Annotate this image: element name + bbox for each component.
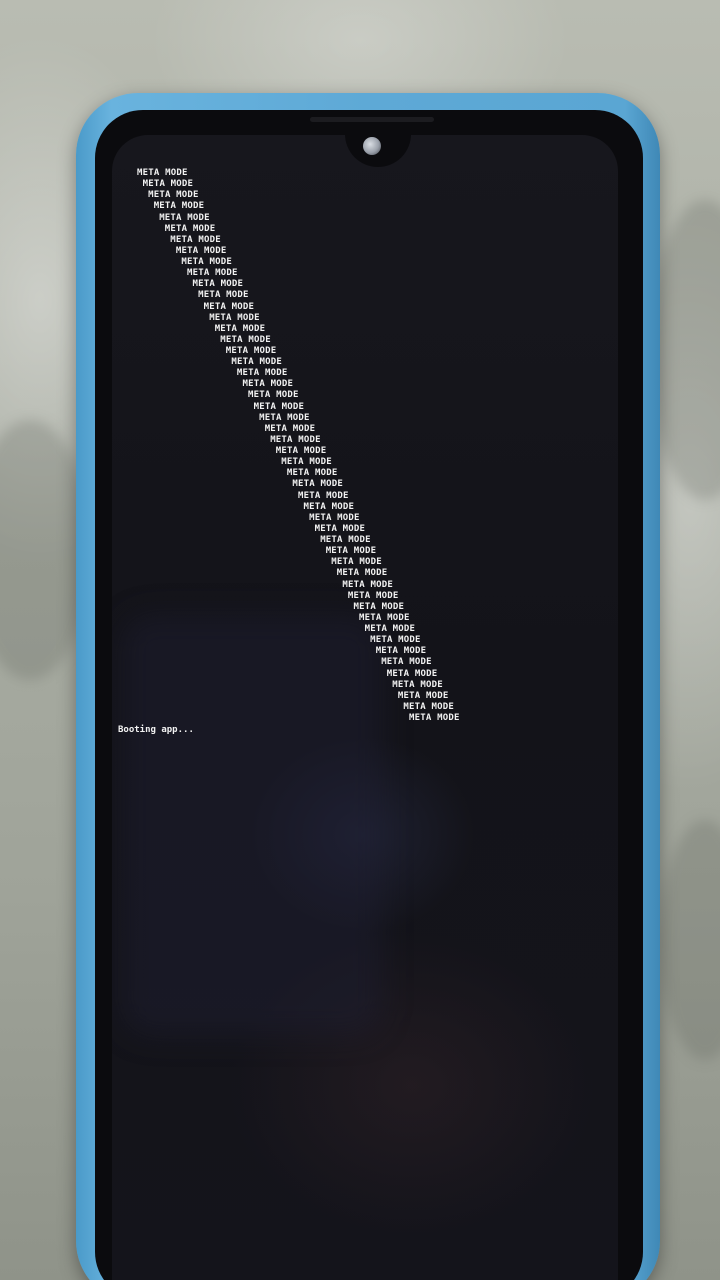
meta-mode-line: META MODE xyxy=(187,268,238,279)
meta-mode-line: META MODE xyxy=(403,701,454,712)
meta-mode-line: META MODE xyxy=(275,446,327,457)
meta-mode-line: META MODE xyxy=(153,201,205,212)
phone-screen[interactable]: META MODE META MODE META MODE META MODE META… xyxy=(112,135,618,1280)
meta-mode-line: META MODE xyxy=(370,635,421,646)
meta-mode-line: META MODE xyxy=(281,457,332,468)
meta-mode-line: META MODE xyxy=(353,601,405,612)
meta-mode-line: META MODE xyxy=(397,690,449,701)
meta-mode-line: META MODE xyxy=(225,346,277,356)
meta-mode-line: META MODE xyxy=(259,412,310,423)
meta-mode-line: META MODE xyxy=(298,490,349,501)
meta-mode-line: META MODE xyxy=(270,434,321,445)
meta-mode-line: META MODE xyxy=(336,568,388,579)
meta-mode-line: META MODE xyxy=(320,535,371,545)
meta-mode-line: META MODE xyxy=(209,312,260,323)
meta-mode-line: META MODE xyxy=(303,501,355,512)
meta-mode-line: META MODE xyxy=(192,279,244,290)
meta-mode-line: META MODE xyxy=(175,245,227,256)
fabric-fold xyxy=(650,200,720,500)
meta-mode-line: META MODE xyxy=(181,257,232,267)
earpiece-speaker xyxy=(310,117,434,122)
meta-mode-line: META MODE xyxy=(375,646,427,657)
glass-reflection xyxy=(122,615,382,1035)
front-camera-icon xyxy=(363,137,381,155)
meta-mode-line: META MODE xyxy=(386,668,438,679)
meta-mode-line: META MODE xyxy=(253,401,305,412)
meta-mode-line: META MODE xyxy=(314,523,366,534)
meta-mode-line: META MODE xyxy=(242,379,294,390)
meta-mode-line: META MODE xyxy=(236,368,288,379)
meta-mode-line: META MODE xyxy=(364,624,416,634)
meta-mode-line: META MODE xyxy=(331,557,382,568)
fabric-fold xyxy=(660,820,720,1060)
meta-mode-line: META MODE xyxy=(164,223,216,234)
meta-mode-line: META MODE xyxy=(214,323,266,334)
meta-mode-line: META MODE xyxy=(381,657,432,668)
meta-mode-line: META MODE xyxy=(170,234,221,245)
meta-mode-line: META MODE xyxy=(231,357,282,368)
meta-mode-line: META MODE xyxy=(137,168,188,178)
meta-mode-line: META MODE xyxy=(286,468,338,479)
meta-mode-line: META MODE xyxy=(220,334,271,345)
meta-mode-line: META MODE xyxy=(148,190,199,201)
meta-mode-line: META MODE xyxy=(342,579,393,590)
meta-mode-line: META MODE xyxy=(325,546,377,557)
meta-mode-line: META MODE xyxy=(347,590,399,601)
meta-mode-line: META MODE xyxy=(142,179,194,190)
meta-mode-line: META MODE xyxy=(392,679,443,690)
meta-mode-line: META MODE xyxy=(409,713,460,723)
photo-background: META MODE META MODE META MODE META MODE META… xyxy=(0,0,720,1280)
boot-status-text: Booting app... xyxy=(118,725,194,735)
meta-mode-line: META MODE xyxy=(309,512,360,523)
meta-mode-line: META MODE xyxy=(198,290,249,301)
meta-mode-line: META MODE xyxy=(159,212,210,223)
meta-mode-line: META MODE xyxy=(359,612,410,623)
meta-mode-line: META MODE xyxy=(292,479,343,490)
meta-mode-line: META MODE xyxy=(248,390,299,401)
meta-mode-line: META MODE xyxy=(203,301,255,312)
meta-mode-line: META MODE xyxy=(264,423,316,434)
